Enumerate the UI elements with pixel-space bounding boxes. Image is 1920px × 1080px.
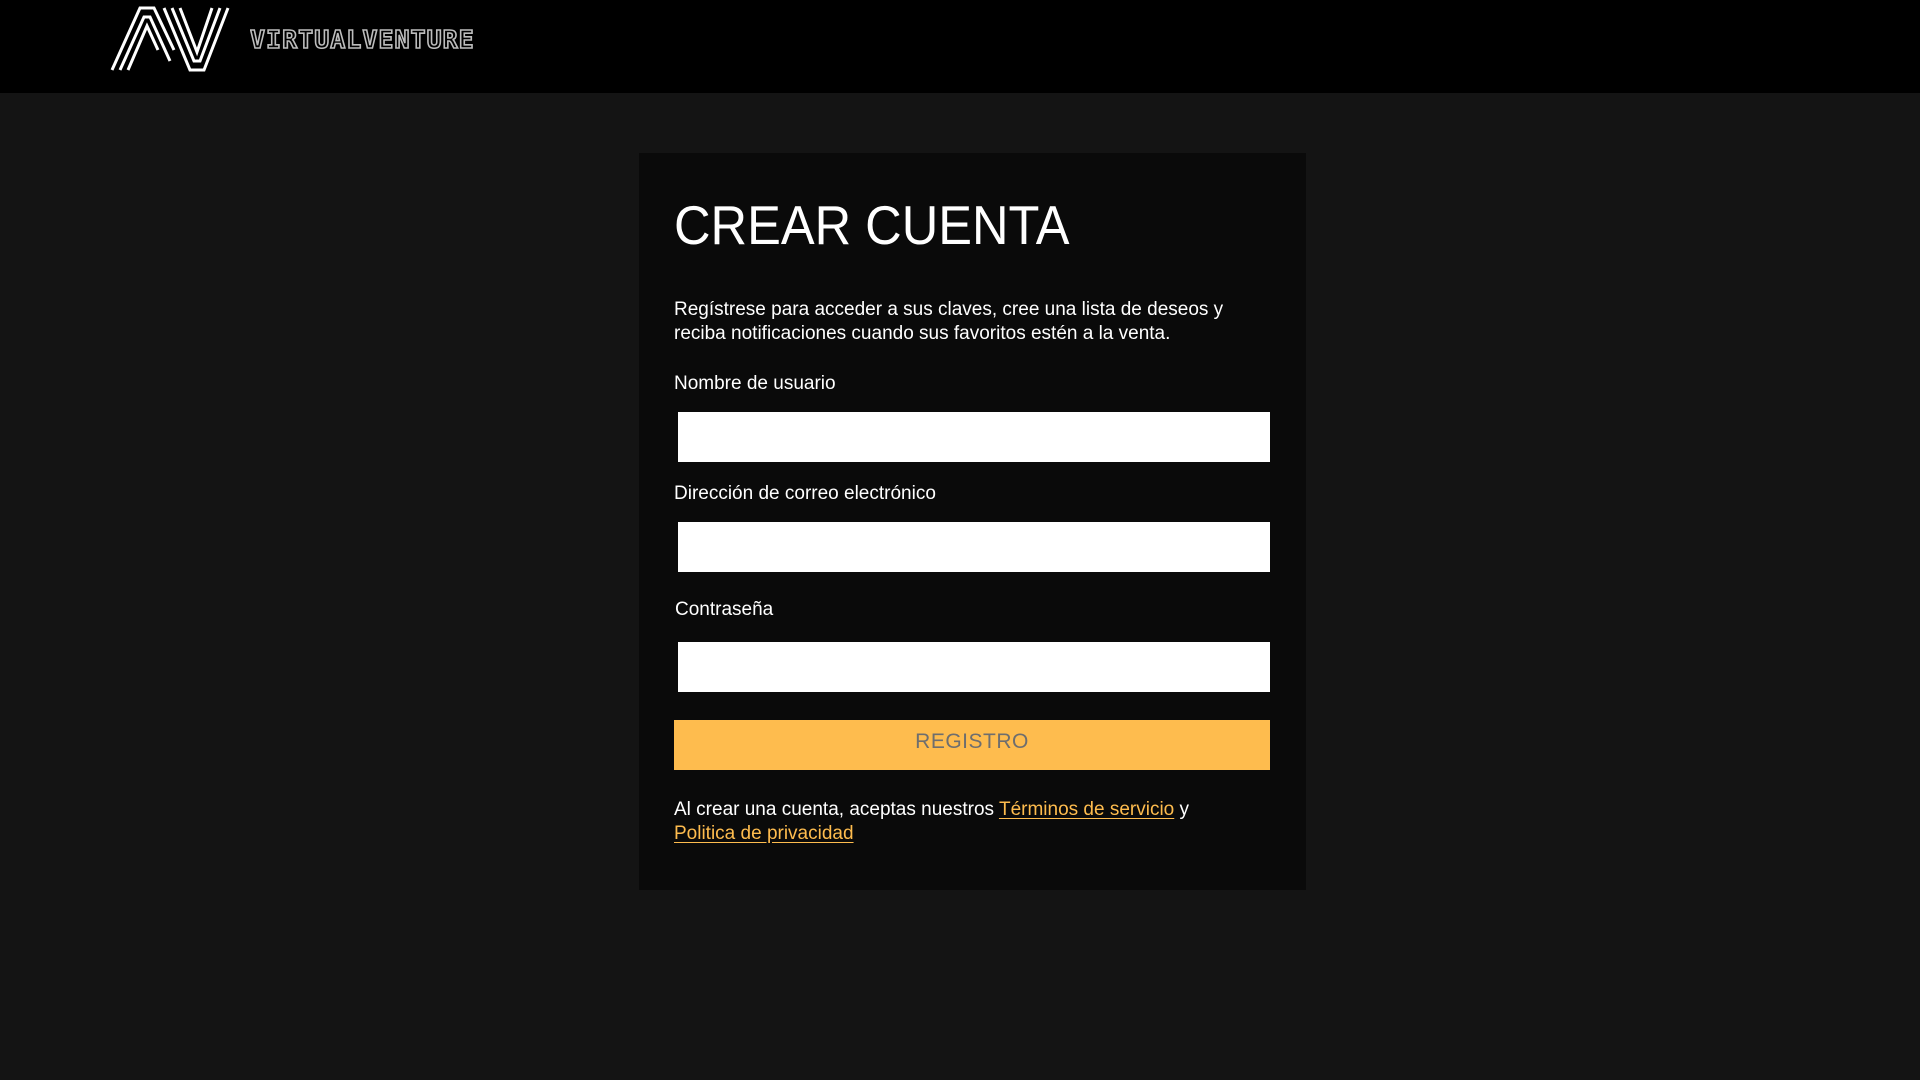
email-label: Dirección de correo electrónico [674, 483, 936, 504]
page-title: CREAR CUENTA [674, 194, 1070, 256]
terms-notice: Al crear una cuenta, aceptas nuestros Té… [674, 798, 1234, 846]
terms-join-text: y [1174, 799, 1190, 820]
signup-description: Regístrese para acceder a sus claves, cr… [674, 299, 1224, 344]
signup-card: CREAR CUENTA Regístrese para acceder a s… [639, 153, 1306, 890]
top-navbar: VIRTUALVENTURE [0, 0, 1920, 93]
terms-of-service-link[interactable]: Términos de servicio [999, 799, 1174, 820]
register-button[interactable]: REGISTRO [674, 720, 1270, 770]
email-input[interactable] [678, 522, 1270, 572]
brand-wordmark: VIRTUALVENTURE [250, 24, 475, 54]
password-label: Contraseña [675, 599, 774, 620]
av-logo-icon [110, 6, 230, 72]
password-input[interactable] [678, 642, 1270, 692]
username-input[interactable] [678, 412, 1270, 462]
terms-prefix-text: Al crear una cuenta, aceptas nuestros [674, 799, 999, 820]
brand-wordmark-text: VIRTUALVENTURE [250, 25, 475, 54]
privacy-policy-link[interactable]: Politica de privacidad [674, 823, 854, 844]
username-label: Nombre de usuario [674, 373, 836, 394]
home-logo-link[interactable]: VIRTUALVENTURE [110, 6, 510, 72]
